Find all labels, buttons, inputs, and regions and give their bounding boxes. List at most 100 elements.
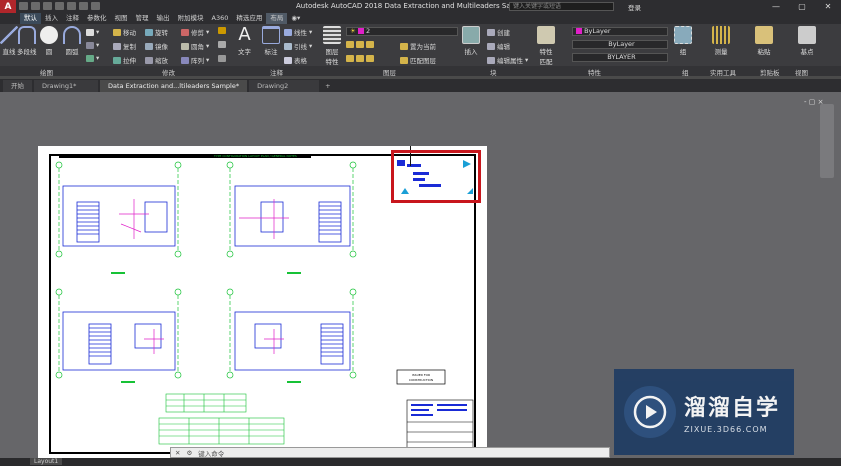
line-button[interactable]: 直线 — [0, 26, 18, 56]
linetype-dropdown[interactable]: ByLayer — [572, 40, 668, 49]
match-layer-button[interactable]: 匹配图层 — [400, 55, 436, 65]
panel-title-groups[interactable]: 组 — [682, 67, 689, 77]
command-close-icon[interactable]: ✕ — [175, 449, 180, 457]
layer-dropdown[interactable]: ☀ 2 — [346, 27, 458, 36]
panel-title-annotation[interactable]: 注释 — [270, 67, 283, 77]
insert-block-button[interactable]: 插入 — [462, 26, 480, 56]
undo-icon[interactable] — [79, 2, 88, 10]
color-dropdown[interactable]: ByLayer — [572, 27, 668, 36]
open-file-icon[interactable] — [31, 2, 40, 10]
edit-attr-label: 编辑属性 — [497, 57, 523, 65]
save-icon[interactable] — [43, 2, 52, 10]
panel-title-properties[interactable]: 特性 — [588, 67, 601, 77]
linear-button[interactable]: 线性 ▾ — [284, 27, 312, 37]
tab-insert[interactable]: 插入 — [41, 13, 62, 24]
bulb-icon: ☀ — [350, 27, 356, 35]
move-button[interactable]: 移动 — [113, 27, 136, 37]
redo-icon[interactable] — [91, 2, 100, 10]
layer-tools-row2[interactable] — [346, 55, 374, 62]
minimize-button[interactable]: — — [763, 0, 789, 13]
modify-extra-2[interactable] — [218, 41, 226, 48]
arc-button[interactable]: 圆弧 — [63, 26, 81, 56]
create-block-button[interactable]: 创建 — [487, 27, 510, 37]
panel-title-draw[interactable]: 绘图 — [40, 67, 53, 77]
panel-title-modify[interactable]: 修改 — [162, 67, 175, 77]
layer-properties-button[interactable]: 图层 特性 — [323, 26, 341, 66]
modify-extra-3[interactable] — [218, 55, 226, 62]
tab-a360[interactable]: A360 — [208, 13, 233, 24]
panel-title-layers[interactable]: 图层 — [383, 67, 396, 77]
mirror-button[interactable]: 镜像 — [145, 41, 168, 51]
array-button[interactable]: 阵列 ▾ — [181, 55, 209, 65]
new-tab-button[interactable]: + — [321, 80, 334, 92]
tab-annotate[interactable]: 注释 — [62, 13, 83, 24]
text-button[interactable]: A 文字 — [238, 26, 251, 57]
highlight-box — [391, 150, 481, 203]
doc-tab-drawing2[interactable]: Drawing2 — [249, 80, 320, 92]
title-bar: A Autodesk AutoCAD 2018 Data Extraction … — [0, 0, 841, 13]
circle-icon — [40, 26, 58, 44]
autocad-logo[interactable]: A — [0, 0, 16, 13]
measure-button[interactable]: 测量 — [712, 26, 730, 56]
doc-tab-start[interactable]: 开始 — [3, 80, 32, 92]
fillet-button[interactable]: 圆角 ▾ — [181, 41, 209, 51]
tab-manage[interactable]: 管理 — [132, 13, 153, 24]
plan-top-left — [62, 185, 176, 247]
draw-tool-rect[interactable]: ▾ — [86, 28, 99, 36]
trim-button[interactable]: 修剪 ▾ — [181, 27, 209, 37]
tab-parametric[interactable]: 参数化 — [83, 13, 111, 24]
rotate-button[interactable]: 旋转 — [145, 27, 168, 37]
navigation-bar[interactable] — [820, 104, 834, 178]
panel-title-clipboard[interactable]: 剪贴板 — [760, 67, 780, 77]
base-view-button[interactable]: 基点 — [798, 26, 816, 56]
lineweight-dropdown[interactable]: BYLAYER — [572, 53, 668, 62]
circle-button[interactable]: 圆 — [40, 26, 58, 56]
panel-title-block[interactable]: 块 — [490, 67, 497, 77]
create-label: 创建 — [497, 29, 510, 37]
group-button[interactable]: 组 — [674, 26, 692, 56]
match-properties-button[interactable]: 特性 匹配 — [537, 26, 555, 66]
tab-output[interactable]: 输出 — [153, 13, 174, 24]
panel-title-utilities[interactable]: 实用工具 — [710, 67, 736, 77]
close-button[interactable]: ✕ — [815, 0, 841, 13]
scale-button[interactable]: 缩放 — [145, 55, 168, 65]
sign-in-button[interactable]: 登录 — [628, 2, 641, 12]
tab-featured-apps[interactable]: 精选应用 — [232, 13, 266, 24]
explode-icon — [218, 41, 226, 48]
panel-title-view[interactable]: 视图 — [795, 67, 808, 77]
tab-addins[interactable]: 附加模块 — [174, 13, 208, 24]
watermark-url: ZIXUE.3D66.COM — [684, 425, 768, 434]
doc-tab-drawing1[interactable]: Drawing1* — [34, 80, 98, 92]
layer-tools-row1[interactable] — [346, 41, 374, 48]
layer-color-swatch — [357, 28, 364, 34]
tab-layout[interactable]: 布局 — [266, 13, 288, 24]
draw-tool-more[interactable]: ▾ — [86, 54, 99, 62]
tab-home[interactable]: 默认 — [20, 13, 41, 24]
leader-button[interactable]: 引线 ▾ — [284, 41, 312, 51]
maximize-button[interactable]: ▢ — [789, 0, 815, 13]
edit-attributes-icon — [487, 56, 495, 64]
new-file-icon[interactable] — [19, 2, 28, 10]
polyline-button[interactable]: 多段线 — [17, 26, 37, 56]
ribbon-toggle-icon[interactable]: ◉▾ — [287, 13, 304, 24]
edit-attributes-button[interactable]: 编辑属性 ▾ — [487, 55, 528, 65]
layout-tab[interactable]: Layout1 — [30, 458, 63, 465]
paste-button[interactable]: 粘贴 — [755, 26, 773, 56]
save-as-icon[interactable] — [55, 2, 64, 10]
print-icon[interactable] — [67, 2, 76, 10]
dimension-button[interactable]: 标注 — [262, 26, 280, 56]
table-button[interactable]: 表格 — [284, 55, 307, 65]
command-settings-icon[interactable]: ⚙ — [186, 449, 192, 457]
command-input[interactable]: 键入命令 — [198, 448, 224, 458]
command-line[interactable]: ✕ ⚙ 键入命令 — [170, 447, 610, 458]
group-label: 组 — [679, 48, 687, 56]
make-current-button[interactable]: 置为当前 — [400, 41, 436, 51]
stretch-button[interactable]: 拉伸 — [113, 55, 136, 65]
copy-button[interactable]: 复制 — [113, 41, 136, 51]
draw-tool-hatch[interactable]: ▾ — [86, 41, 99, 49]
doc-tab-data-extraction[interactable]: Data Extraction and...ltileaders Sample* — [100, 80, 248, 92]
edit-block-button[interactable]: 编辑 — [487, 41, 510, 51]
modify-extra-1[interactable] — [218, 27, 226, 34]
tab-view[interactable]: 视图 — [111, 13, 132, 24]
search-input[interactable]: 键入关键字或短语 — [509, 2, 614, 11]
